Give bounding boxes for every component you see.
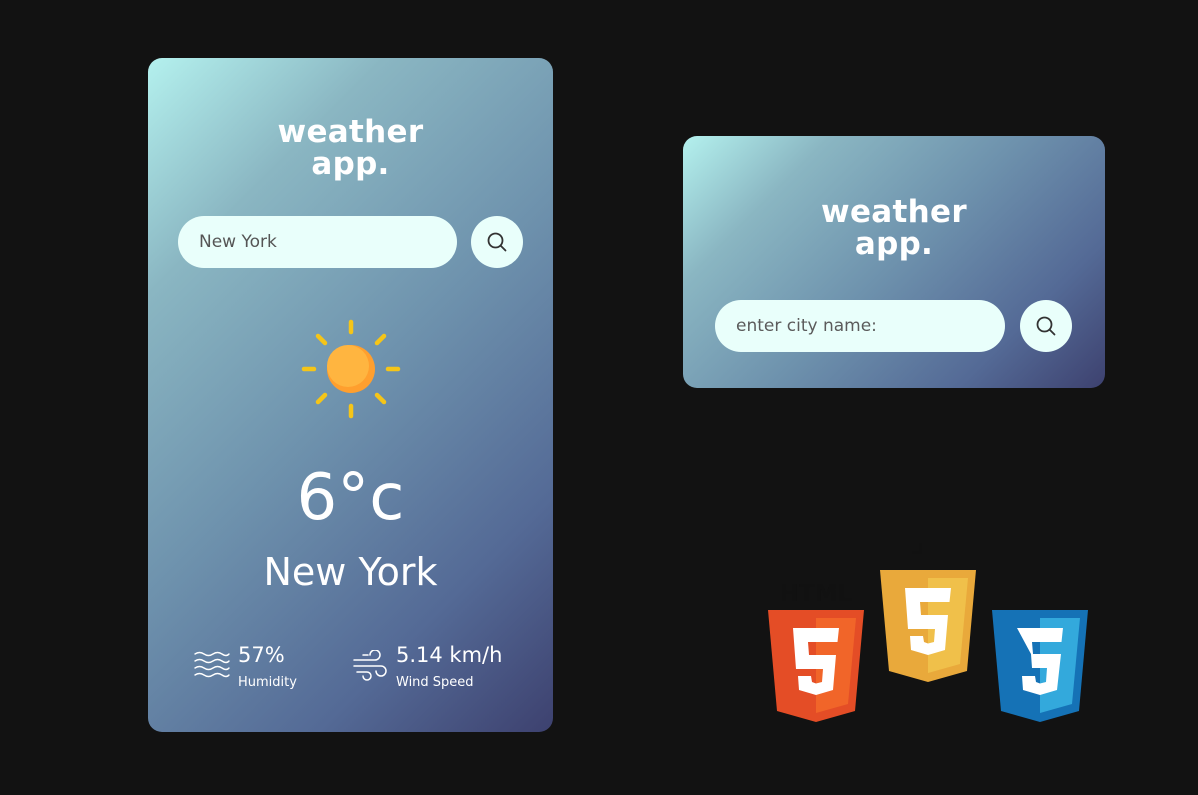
wind-label: Wind Speed (396, 675, 474, 690)
svg-text:HTML: HTML (780, 581, 853, 607)
app-title: weather app. (683, 196, 1105, 260)
city-name: New York (263, 550, 438, 594)
app-title-line1: weather (821, 194, 967, 230)
search-button[interactable] (471, 216, 523, 268)
humidity-value: 57% (238, 643, 285, 667)
search-button[interactable] (1020, 300, 1072, 352)
city-search-input[interactable] (715, 300, 1005, 352)
temperature: 6°c (296, 461, 405, 535)
humidity-label: Humidity (238, 675, 297, 690)
html5-logo: HTML (768, 581, 864, 722)
wind-value: 5.14 km/h (396, 643, 503, 667)
search-icon (487, 232, 507, 252)
app-title-line1: weather (277, 114, 424, 150)
app-title-line2: app. (854, 226, 934, 262)
css3-logo (992, 610, 1088, 722)
search-icon (1036, 316, 1056, 336)
weather-card-empty: weather app. (683, 136, 1105, 388)
app-title-line2: app. (311, 146, 390, 182)
weather-card-main: weather app. 6°c New York (148, 58, 553, 732)
app-title: weather app. (148, 116, 553, 180)
city-search-input[interactable] (178, 216, 457, 268)
wind-icon (353, 650, 387, 681)
sun-icon (301, 319, 401, 419)
humidity-waves-icon (194, 651, 230, 678)
javascript-logo (880, 543, 976, 682)
